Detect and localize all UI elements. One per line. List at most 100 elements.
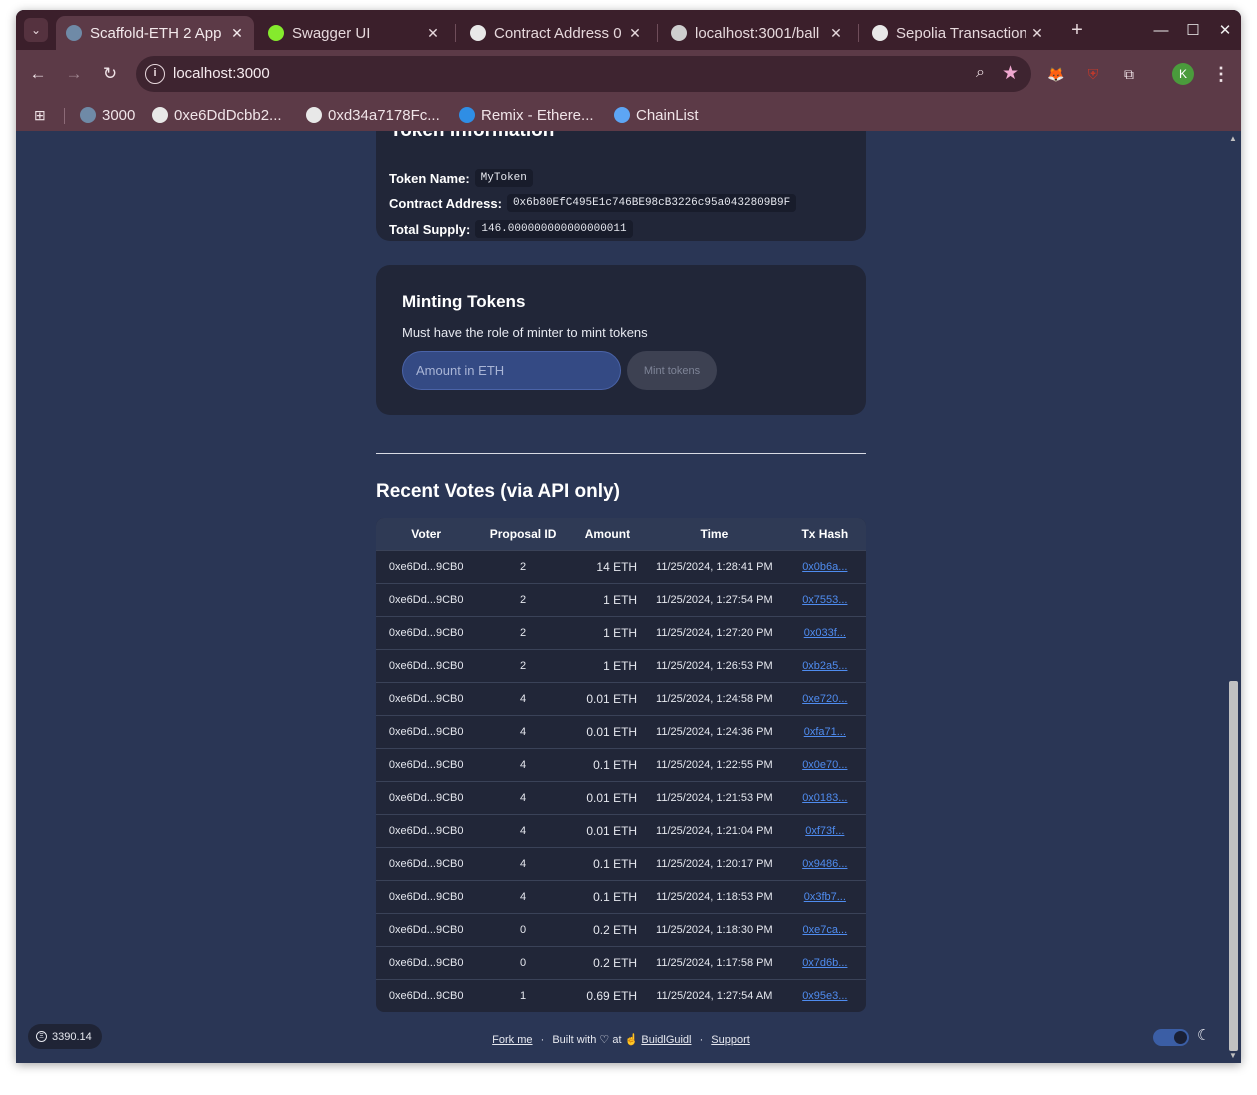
new-tab-button[interactable]: + [1066, 20, 1088, 42]
amount-cell: 0.69 ETH [569, 978, 646, 1012]
tx-hash-link[interactable]: 0x3fb7... [804, 891, 846, 903]
column-header-voter: Voter [376, 518, 477, 550]
tx-hash-cell: 0x3fb7... [783, 879, 866, 913]
table-row: 0xe6Dd...9CB0 2 14 ETH 11/25/2024, 1:28:41 … [376, 549, 866, 583]
tx-hash-link[interactable]: 0x95e3... [802, 990, 847, 1002]
bookmark-3000[interactable]: 3000 [80, 104, 135, 126]
time-cell: 11/25/2024, 1:27:20 PM [645, 615, 784, 649]
amount-input[interactable] [402, 351, 621, 390]
voter-cell: 0xe6Dd...9CB0 [376, 681, 477, 715]
close-tab-icon[interactable]: ✕ [624, 25, 646, 42]
extensions-puzzle-icon[interactable]: ⧉ [1118, 63, 1140, 85]
contract-address-label: Contract Address: [389, 195, 502, 211]
proposal-id-cell: 4 [476, 813, 570, 847]
table-row: 0xe6Dd...9CB0 4 0.1 ETH 11/25/2024, 1:22:55… [376, 747, 866, 781]
tab-title: Sepolia Transaction [896, 24, 1026, 42]
etherscan-favicon-icon [306, 107, 322, 123]
tx-hash-link[interactable]: 0xb2a5... [802, 660, 847, 672]
tab-sepolia-transaction[interactable]: Sepolia Transaction ✕ [862, 16, 1054, 50]
table-row: 0xe6Dd...9CB0 0 0.2 ETH 11/25/2024, 1:17:58… [376, 945, 866, 979]
scroll-up-arrow-icon[interactable]: ▲ [1229, 134, 1237, 143]
tab-search-button[interactable]: ⌄ [24, 18, 48, 42]
footer-separator: · [540, 1034, 545, 1046]
bookmark-chainlist[interactable]: ChainList [614, 104, 699, 126]
tx-hash-cell: 0x95e3... [783, 978, 866, 1012]
voter-cell: 0xe6Dd...9CB0 [376, 648, 477, 682]
tx-hash-cell: 0xf73f... [783, 813, 866, 847]
time-cell: 11/25/2024, 1:28:41 PM [645, 549, 784, 583]
tx-hash-cell: 0x7d6b... [783, 945, 866, 979]
voter-cell: 0xe6Dd...9CB0 [376, 978, 477, 1012]
back-icon[interactable]: ← [26, 62, 50, 86]
proposal-id-cell: 0 [476, 912, 570, 946]
minting-card: Minting Tokens Must have the role of min… [376, 265, 866, 415]
buidlguidl-link[interactable]: BuidlGuidl [641, 1034, 691, 1046]
bookmark-0xd34a[interactable]: 0xd34a7178Fc... [306, 104, 440, 126]
fork-me-link[interactable]: Fork me [492, 1034, 532, 1046]
support-link[interactable]: Support [711, 1034, 750, 1046]
minting-description: Must have the role of minter to mint tok… [402, 325, 648, 340]
voter-cell: 0xe6Dd...9CB0 [376, 714, 477, 748]
tab-title: Scaffold-ETH 2 App [90, 24, 222, 42]
tx-hash-link[interactable]: 0x7553... [802, 594, 847, 606]
ublock-extension-icon[interactable]: ⛨ [1082, 63, 1104, 85]
tab-scaffold-eth[interactable]: Scaffold-ETH 2 App ✕ [56, 16, 254, 50]
tx-hash-link[interactable]: 0x033f... [804, 627, 846, 639]
close-tab-icon[interactable]: ✕ [1026, 25, 1048, 42]
close-tab-icon[interactable]: ✕ [825, 25, 847, 42]
amount-cell: 1 ETH [569, 648, 646, 682]
url-text[interactable]: localhost:3000 [173, 65, 270, 82]
tab-separator [858, 24, 859, 42]
close-window-icon[interactable]: ✕ [1214, 20, 1236, 42]
profile-avatar[interactable]: K [1172, 63, 1194, 85]
swagger-favicon-icon [268, 25, 284, 41]
tx-hash-link[interactable]: 0xf73f... [805, 825, 844, 837]
mint-tokens-button[interactable]: Mint tokens [627, 351, 717, 390]
apps-grid-icon[interactable]: ⊞ [34, 104, 46, 126]
tab-localhost-3001[interactable]: localhost:3001/ball ✕ [661, 16, 853, 50]
column-header-tx-hash: Tx Hash [783, 518, 866, 550]
scrollbar-thumb[interactable] [1229, 681, 1238, 1051]
tx-hash-link[interactable]: 0x7d6b... [802, 957, 847, 969]
table-row: 0xe6Dd...9CB0 4 0.1 ETH 11/25/2024, 1:18:53… [376, 879, 866, 913]
browser-menu-icon[interactable]: ⋮ [1212, 63, 1230, 85]
tx-hash-link[interactable]: 0x9486... [802, 858, 847, 870]
metamask-extension-icon[interactable]: 🦊 [1045, 63, 1067, 85]
bookmark-0xe6ddd[interactable]: 0xe6DdDcbb2... [152, 104, 282, 126]
close-tab-icon[interactable]: ✕ [422, 25, 444, 42]
page-scrollbar[interactable]: ▲ ▼ [1226, 131, 1241, 1063]
theme-toggle[interactable] [1153, 1029, 1189, 1046]
time-cell: 11/25/2024, 1:27:54 AM [645, 978, 784, 1012]
total-supply-row: Total Supply: 146.000000000000000011 [389, 220, 633, 238]
address-bar[interactable]: i localhost:3000 ⌕ ★ [136, 56, 1031, 92]
tab-title: localhost:3001/ball [695, 24, 820, 42]
tx-hash-link[interactable]: 0xe7ca... [803, 924, 848, 936]
tab-swagger[interactable]: Swagger UI ✕ [258, 16, 450, 50]
voter-cell: 0xe6Dd...9CB0 [376, 780, 477, 814]
tx-hash-cell: 0x033f... [783, 615, 866, 649]
proposal-id-cell: 4 [476, 681, 570, 715]
tx-hash-link[interactable]: 0x0183... [802, 792, 847, 804]
close-tab-icon[interactable]: ✕ [226, 25, 248, 42]
tab-contract-address[interactable]: Contract Address 0 ✕ [460, 16, 652, 50]
table-row: 0xe6Dd...9CB0 4 0.01 ETH 11/25/2024, 1:21:0… [376, 813, 866, 847]
tab-title: Contract Address 0 [494, 24, 622, 42]
zoom-icon[interactable]: ⌕ [976, 64, 985, 82]
forward-icon[interactable]: → [62, 62, 86, 86]
tx-hash-link[interactable]: 0x0e70... [802, 759, 847, 771]
time-cell: 11/25/2024, 1:17:58 PM [645, 945, 784, 979]
maximize-icon[interactable]: ☐ [1182, 20, 1204, 42]
bookmark-star-icon[interactable]: ★ [1002, 62, 1019, 85]
bookmark-remix[interactable]: Remix - Ethere... [459, 104, 594, 126]
minimize-icon[interactable]: — [1150, 20, 1172, 42]
scroll-down-arrow-icon[interactable]: ▼ [1229, 1051, 1237, 1060]
tx-hash-link[interactable]: 0xfa71... [804, 726, 846, 738]
reload-icon[interactable]: ↻ [98, 62, 122, 86]
amount-cell: 0.1 ETH [569, 747, 646, 781]
token-name-label: Token Name: [389, 170, 470, 186]
recent-votes-table: Voter Proposal ID Amount Time Tx Hash 0x… [376, 518, 866, 1012]
site-info-icon[interactable]: i [145, 64, 165, 84]
tx-hash-link[interactable]: 0x0b6a... [802, 561, 847, 573]
at-text: at [612, 1034, 622, 1046]
tx-hash-link[interactable]: 0xe720... [802, 693, 847, 705]
